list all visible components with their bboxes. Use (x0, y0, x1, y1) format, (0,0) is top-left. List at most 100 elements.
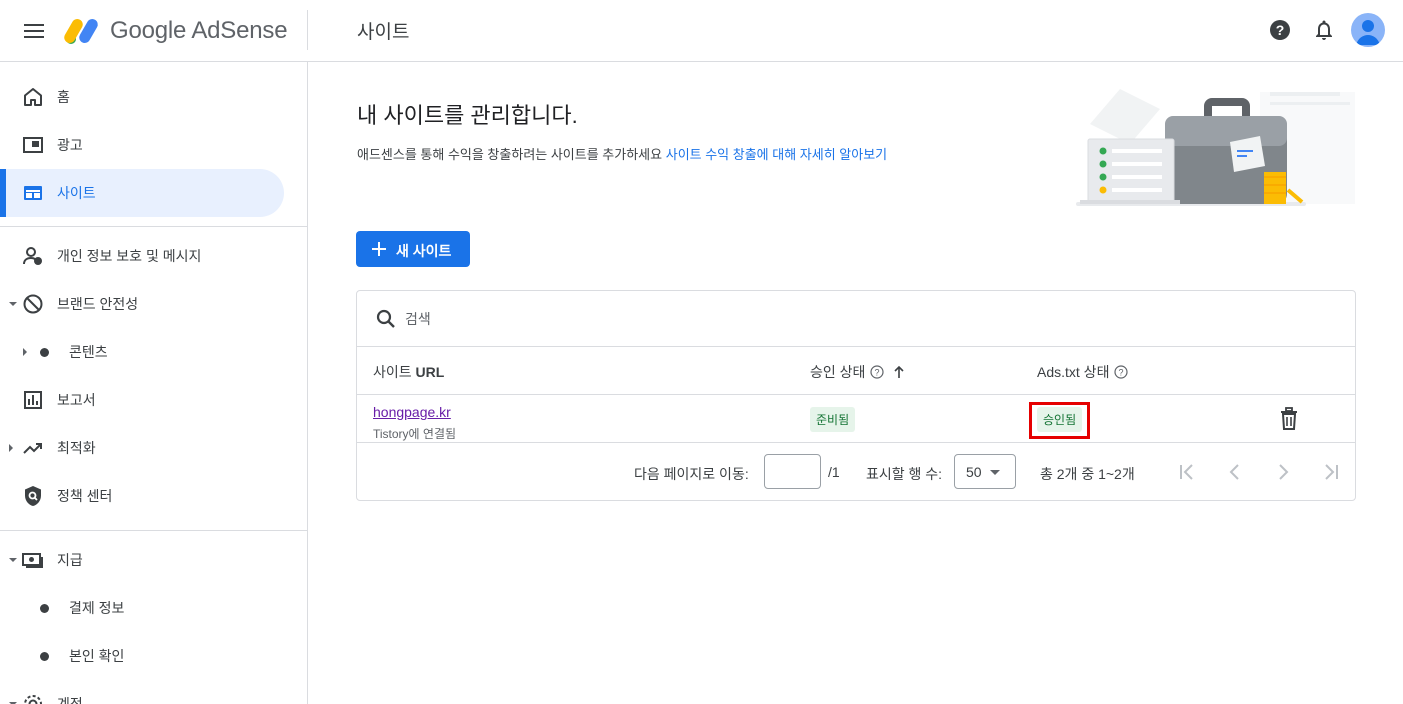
payments-icon (22, 549, 44, 571)
sidebar-item-account[interactable]: 계정 (0, 680, 284, 704)
svg-text:?: ? (1276, 22, 1285, 38)
last-page-icon[interactable] (1319, 460, 1343, 484)
page-subtitle: 애드센스를 통해 수익을 창출하려는 사이트를 추가하세요 사이트 수익 창출에… (357, 144, 887, 163)
pagination-bar: 다음 페이지로 이동: /1 표시할 행 수: 50 총 2개 중 1~2개 (357, 443, 1355, 501)
first-page-icon[interactable] (1175, 460, 1199, 484)
menu-icon[interactable] (20, 17, 48, 45)
column-header-adstxt-status[interactable]: Ads.txt 상태 ? (1037, 362, 1129, 382)
avatar[interactable] (1351, 13, 1385, 47)
help-outline-icon[interactable]: ? (870, 365, 885, 379)
goto-page-label: 다음 페이지로 이동: (634, 466, 749, 482)
header-divider (307, 10, 308, 50)
sidebar-item-label: 정책 센터 (57, 488, 113, 504)
sidebar-item-content[interactable]: 콘텐츠 (0, 328, 284, 376)
gear-icon (22, 693, 44, 704)
sidebar-item-identity-verification[interactable]: 본인 확인 (0, 632, 284, 680)
app-name: Google AdSense (110, 17, 288, 44)
sidebar-item-optimization[interactable]: 최적화 (0, 424, 284, 472)
sidebar-item-label: 광고 (57, 137, 83, 153)
help-outline-icon[interactable]: ? (1114, 365, 1129, 379)
chevron-down-icon[interactable] (9, 558, 17, 562)
sidebar-item-label: 결제 정보 (69, 600, 125, 616)
sidebar-item-label: 본인 확인 (69, 648, 125, 664)
sidebar-divider (0, 530, 307, 531)
sidebar-item-payment-info[interactable]: 결제 정보 (0, 584, 284, 632)
sites-icon (22, 182, 44, 204)
site-connection-note: Tistory에 연결됨 (373, 427, 457, 441)
sidebar-item-label: 보고서 (57, 392, 96, 408)
ads-icon (22, 134, 44, 156)
home-icon (22, 86, 44, 108)
sidebar-item-payments[interactable]: 지급 (0, 536, 284, 584)
dropdown-arrow-icon (990, 470, 1000, 475)
goto-page-input[interactable] (764, 454, 821, 489)
sidebar-item-privacy-messaging[interactable]: 개인 정보 보호 및 메시지 (0, 232, 284, 280)
total-pages: /1 (828, 464, 840, 480)
page-title: 내 사이트를 관리합니다. (357, 103, 578, 128)
privacy-messaging-icon (22, 245, 44, 267)
column-header-site-url[interactable]: 사이트 URL (373, 362, 444, 382)
plus-icon (369, 239, 389, 259)
adsense-logo[interactable]: Google AdSense (64, 14, 294, 48)
sidebar-item-brand-safety[interactable]: 브랜드 안전성 (0, 280, 284, 328)
sidebar-item-ads[interactable]: 광고 (0, 121, 284, 169)
search-icon (375, 308, 397, 330)
bullet-icon (40, 347, 49, 357)
page-range: 총 2개 중 1~2개 (1040, 466, 1135, 482)
sidebar-item-label: 콘텐츠 (69, 344, 108, 360)
learn-more-link[interactable]: 사이트 수익 창출에 대해 자세히 알아보기 (666, 147, 887, 162)
delete-icon[interactable] (1278, 407, 1300, 431)
sidebar-item-policy-center[interactable]: 정책 센터 (0, 472, 284, 520)
previous-page-icon[interactable] (1223, 460, 1247, 484)
rows-per-page-select[interactable]: 50 (954, 454, 1016, 489)
policy-center-icon (22, 485, 44, 507)
approval-status-badge: 준비됨 (810, 407, 856, 432)
top-app-bar: Google AdSense 사이트 ? (0, 0, 1403, 62)
sidebar-item-label: 계정 (57, 696, 83, 704)
column-header-label: 사이트 (373, 364, 412, 380)
next-page-icon[interactable] (1271, 460, 1295, 484)
rows-per-page-label: 표시할 행 수: (866, 466, 943, 482)
sidebar-item-label: 사이트 (57, 185, 96, 201)
column-header-approval-status[interactable]: 승인 상태 ? (810, 362, 906, 382)
block-icon (22, 293, 44, 315)
sidebar-item-label: 브랜드 안전성 (57, 296, 139, 312)
column-header-label: Ads.txt 상태 (1037, 364, 1110, 380)
sidebar-item-reports[interactable]: 보고서 (0, 376, 284, 424)
svg-text:?: ? (1119, 368, 1124, 378)
subtitle-text: 애드센스를 통해 수익을 창출하려는 사이트를 추가하세요 (357, 147, 663, 162)
column-header-label-bold: URL (415, 364, 445, 380)
table-header: 사이트 URL 승인 상태 ? Ads.txt 상태 ? (357, 347, 1355, 395)
chevron-right-icon[interactable] (23, 348, 27, 356)
bullet-icon (40, 603, 49, 613)
search-bar (357, 291, 1355, 347)
adsense-logo-icon (64, 16, 100, 46)
page-title-header: 사이트 (357, 22, 410, 43)
table-row: hongpage.kr Tistory에 연결됨 준비됨 승인됨 (357, 395, 1355, 443)
rows-per-page-value: 50 (966, 464, 982, 480)
chevron-down-icon[interactable] (9, 302, 17, 306)
sidebar-item-label: 개인 정보 보호 및 메시지 (57, 248, 202, 264)
sidebar-item-label: 최적화 (57, 440, 96, 456)
bullet-icon (40, 651, 49, 661)
sites-illustration (1070, 84, 1360, 210)
arrow-up-icon[interactable] (892, 365, 906, 379)
svg-text:?: ? (875, 368, 880, 378)
search-input[interactable] (405, 307, 1305, 331)
site-url-link[interactable]: hongpage.kr (373, 404, 451, 420)
notifications-icon[interactable] (1312, 18, 1336, 42)
highlight-box (1029, 402, 1090, 439)
reports-icon (22, 389, 44, 411)
column-header-label: 승인 상태 (810, 364, 866, 380)
sites-table-card: 사이트 URL 승인 상태 ? Ads.txt 상태 ? hongpage.kr… (356, 290, 1356, 501)
sidebar: 홈 광고 사이트 개인 정보 보호 및 메시지 브랜드 안전성 콘텐츠 보고서 … (0, 62, 308, 704)
sidebar-item-home[interactable]: 홈 (0, 73, 284, 121)
chevron-right-icon[interactable] (9, 444, 13, 452)
new-site-button[interactable]: 새 사이트 (356, 231, 470, 267)
sidebar-item-sites[interactable]: 사이트 (0, 169, 284, 217)
sidebar-item-label: 홈 (57, 89, 70, 105)
trending-up-icon (22, 437, 44, 459)
new-site-button-label: 새 사이트 (396, 243, 452, 259)
help-icon[interactable]: ? (1268, 18, 1292, 42)
sidebar-item-label: 지급 (57, 552, 83, 568)
